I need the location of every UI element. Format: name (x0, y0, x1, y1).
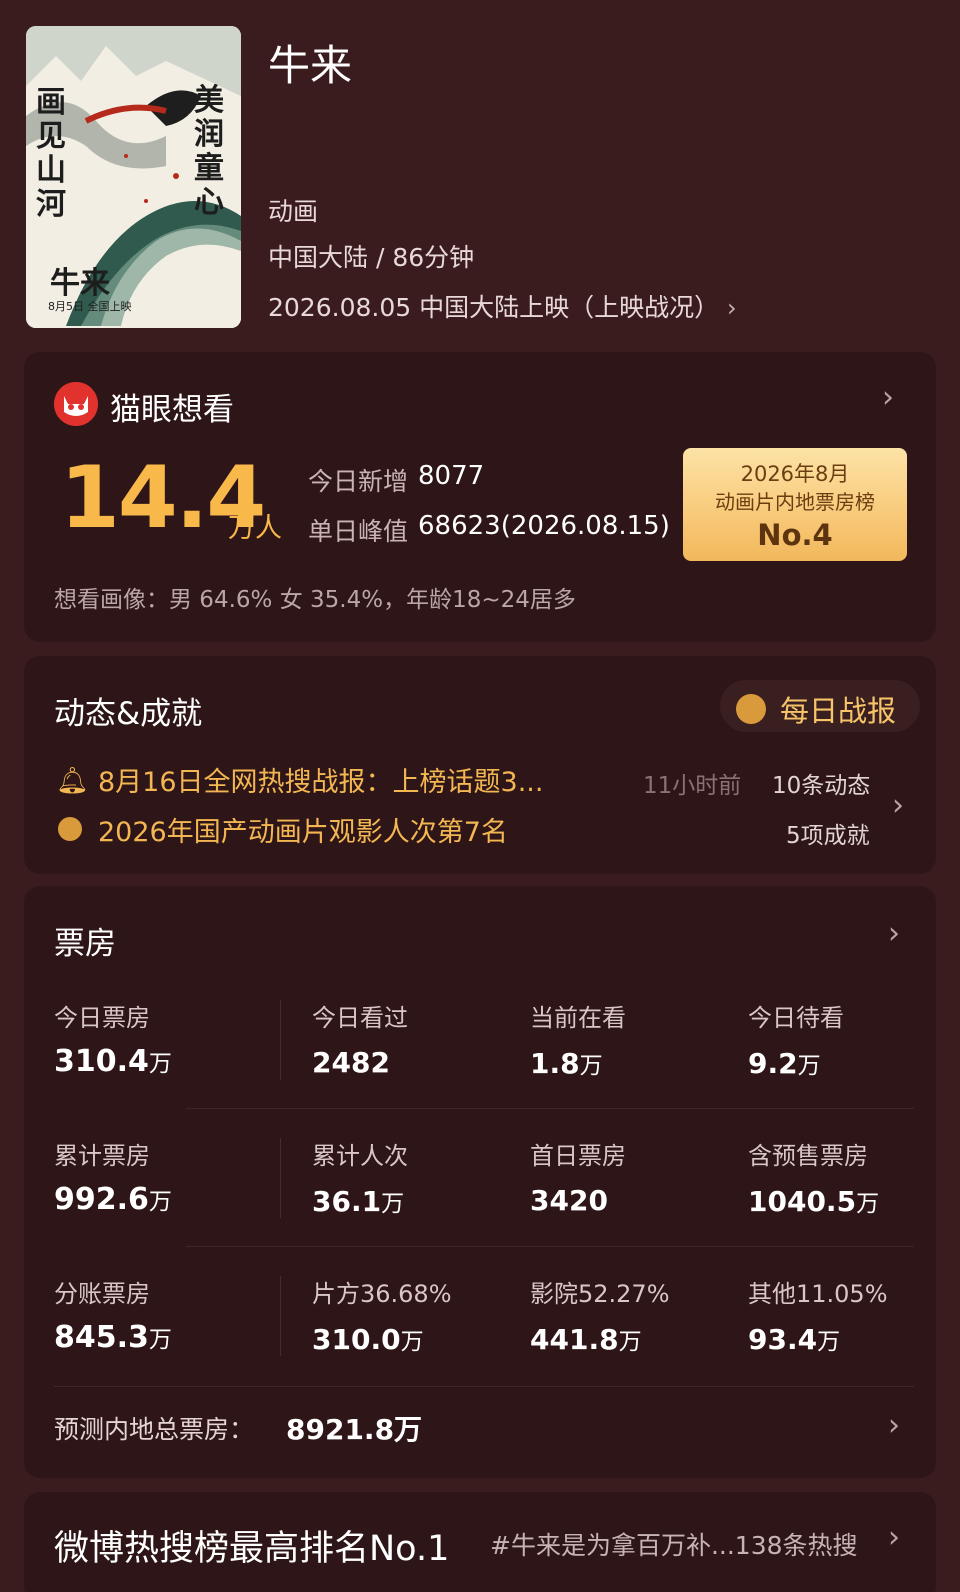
box-cell-label: 片方36.68% (312, 1280, 452, 1308)
box-cell-value: 3420 (530, 1184, 608, 1217)
today-new-value: 8077 (418, 461, 485, 491)
row-divider (186, 1246, 914, 1247)
poster-title-text: 牛来 (50, 266, 110, 301)
chevron-right-icon[interactable]: › (892, 788, 904, 823)
rank-period: 2026年8月 (740, 462, 850, 486)
weibo-hashtag: #牛来是为拿百万补...138条热搜 (490, 1531, 858, 1560)
movie-poster[interactable]: 画见山河 美润童心 牛来 8月5日 全国上映 (26, 26, 241, 328)
box-cell-value: 9.2万 (748, 1047, 821, 1080)
box-cell-label: 首日票房 (530, 1142, 626, 1170)
row-divider (54, 1386, 914, 1387)
audience-profile: 想看画像：男 64.6% 女 35.4%，年龄18~24居多 (54, 587, 576, 613)
news-item-time: 11小时前 (643, 773, 742, 799)
forecast-value: 8921.8万 (286, 1413, 423, 1446)
poster-date-text: 8月5日 全国上映 (48, 300, 132, 313)
news-title: 动态&成就 (54, 696, 203, 732)
box-cell-value: 1040.5万 (748, 1185, 880, 1218)
medal-icon (736, 694, 766, 724)
box-office-title: 票房 (54, 926, 116, 962)
chevron-right-icon[interactable]: › (882, 380, 894, 415)
medal-icon (58, 817, 82, 841)
box-cell-value: 93.4万 (748, 1323, 841, 1356)
chevron-right-icon: › (727, 294, 737, 322)
poster-text-left: 画见山河 (36, 85, 66, 222)
movie-genre: 动画 (268, 197, 319, 226)
box-cell-label: 分账票房 (54, 1280, 150, 1308)
divider (280, 1000, 281, 1080)
daily-report-label: 每日战报 (780, 694, 897, 728)
box-cell-label: 影院52.27% (530, 1280, 670, 1308)
row-divider (186, 1108, 914, 1109)
news-count[interactable]: 10条动态 (772, 766, 870, 800)
bell-icon: 🔔︎ (56, 766, 90, 796)
box-cell-label: 累计人次 (312, 1142, 408, 1170)
want-count-unit: 万人 (228, 513, 282, 544)
peak-value: 68623(2026.08.15) (418, 511, 670, 541)
release-info-link[interactable]: 2026.08.05 中国大陆上映（上映战况） › (268, 288, 737, 324)
divider (280, 1276, 281, 1356)
rank-category: 动画片内地票房榜 (715, 490, 875, 514)
want-to-see-title: 猫眼想看 (110, 392, 234, 428)
maoyan-cat-icon (54, 382, 98, 426)
poster-text-right: 美润童心 (194, 83, 224, 220)
weibo-rank-title: 微博热搜榜最高排名No.1 (54, 1529, 450, 1569)
today-new-label: 今日新增 (308, 467, 409, 496)
rank-badge[interactable]: 2026年8月 动画片内地票房榜 No.4 (683, 448, 907, 561)
box-cell-label: 其他11.05% (748, 1280, 888, 1308)
forecast-label: 预测内地总票房： (54, 1415, 255, 1444)
box-cell-value: 310.0万 (312, 1323, 424, 1356)
movie-region-duration: 中国大陆 / 86分钟 (268, 243, 475, 272)
divider (280, 1138, 281, 1218)
box-cell-label: 含预售票房 (748, 1142, 868, 1170)
box-cell-label: 当前在看 (530, 1004, 626, 1032)
box-cell-value: 992.6万 (54, 1182, 172, 1217)
box-cell-value: 845.3万 (54, 1320, 172, 1355)
chevron-right-icon[interactable]: › (888, 916, 900, 951)
chevron-right-icon[interactable]: › (888, 1520, 900, 1555)
achievement-count[interactable]: 5项成就 (786, 816, 870, 850)
box-cell-label: 今日看过 (312, 1004, 408, 1032)
news-item-headline[interactable]: 8月16日全网热搜战报：上榜话题3... (98, 760, 543, 799)
box-cell-label: 今日票房 (54, 1004, 150, 1032)
peak-label: 单日峰值 (308, 517, 409, 546)
box-cell-value: 36.1万 (312, 1185, 405, 1218)
rank-position: No.4 (757, 518, 833, 552)
movie-title: 牛来 (268, 41, 353, 90)
achievement-headline[interactable]: 2026年国产动画片观影人次第7名 (98, 810, 508, 849)
box-cell-value: 310.4万 (54, 1044, 172, 1079)
chevron-right-icon[interactable]: › (888, 1408, 900, 1443)
box-cell-label: 今日待看 (748, 1004, 844, 1032)
box-cell-value: 441.8万 (530, 1323, 642, 1356)
release-info-text: 2026.08.05 中国大陆上映（上映战况） (268, 293, 720, 322)
box-cell-label: 累计票房 (54, 1142, 150, 1170)
box-cell-value: 2482 (312, 1046, 390, 1079)
box-cell-value: 1.8万 (530, 1047, 603, 1080)
